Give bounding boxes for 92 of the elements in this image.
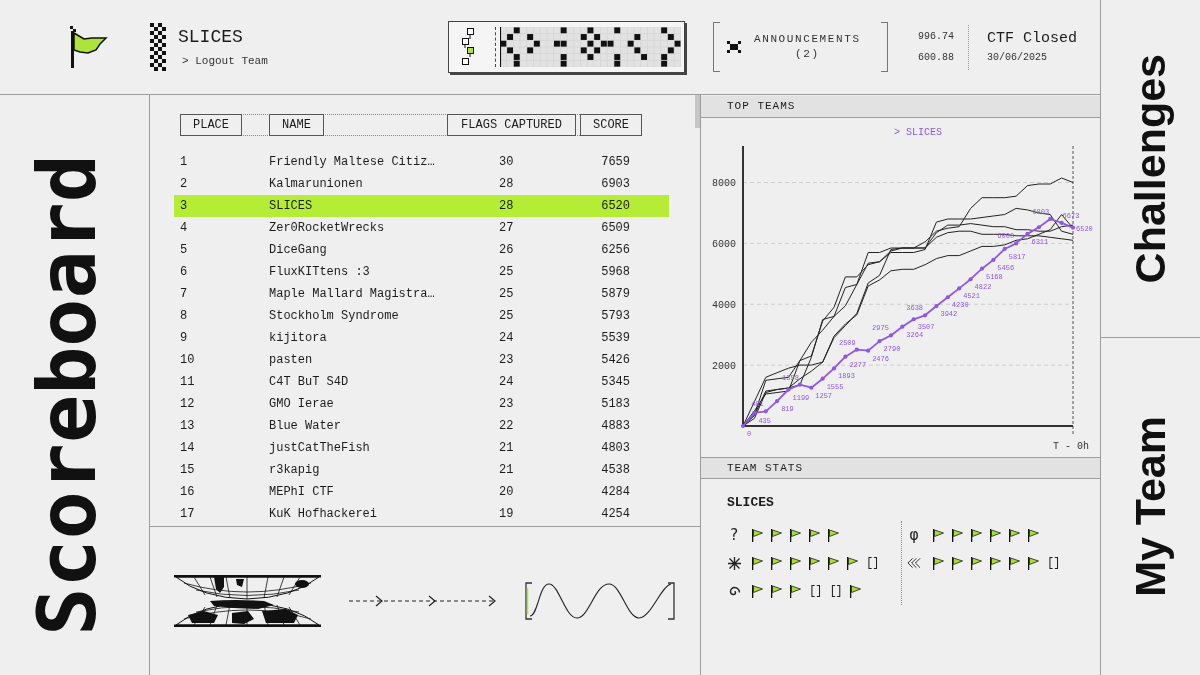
table-cell-text: 19 xyxy=(499,506,514,523)
table-cell-text: Blue Water xyxy=(269,418,341,435)
table-cell-text: 25 xyxy=(499,286,514,303)
table-cell-text: 13 xyxy=(180,418,195,435)
panel-header: TOP TEAMS xyxy=(701,96,1100,118)
table-cell-text: 6520 xyxy=(601,198,630,215)
panel-header: TEAM STATS xyxy=(701,457,1100,479)
table-cell-text: Zer0RocketWrecks xyxy=(269,220,385,237)
table-cell-text: 5879 xyxy=(601,286,630,303)
table-cell-text: 9 xyxy=(180,330,188,347)
table-cell-text: 5345 xyxy=(601,374,630,391)
table-cell-text: kijitora xyxy=(269,330,327,347)
unsolved-marker: [] xyxy=(809,585,822,597)
table-cell-text: 14 xyxy=(180,440,195,457)
table-cell-text: 25 xyxy=(499,308,514,325)
table-cell-text: 21 xyxy=(499,462,514,479)
table-cell-text: 22 xyxy=(499,418,514,435)
table-cell-text: 5539 xyxy=(601,330,630,347)
table-cell-text: 2 xyxy=(180,176,188,193)
table-cell-text: 4538 xyxy=(601,462,630,479)
table-cell-text: 4 xyxy=(180,220,188,237)
table-cell-text: pasten xyxy=(269,352,313,369)
table-cell-text: GMO Ierae xyxy=(269,396,334,413)
table-cell-text: 11 xyxy=(180,374,195,391)
table-cell-text: 23 xyxy=(499,352,514,369)
column-header: SCORE xyxy=(580,114,642,136)
table-cell-text: 12 xyxy=(180,396,195,413)
table-cell-text: 16 xyxy=(180,484,195,501)
table-cell-text: 6903 xyxy=(601,176,630,193)
y-tick-label: 2000 xyxy=(712,360,736,372)
column-header: FLAGS CAPTURED xyxy=(447,114,576,136)
unsolved-marker: [] xyxy=(866,557,879,569)
table-cell-text: 10 xyxy=(180,352,195,369)
column-header: NAME xyxy=(269,114,324,136)
table-cell-text: DiceGang xyxy=(269,242,327,259)
table-cell-text: 6256 xyxy=(601,242,630,259)
ctf-date: 30/06/2025 xyxy=(987,53,1048,63)
table-cell-text: Friendly Maltese Citiz… xyxy=(269,154,435,171)
annotation-label: T - 0h xyxy=(1053,441,1089,452)
table-cell-text: 5968 xyxy=(601,264,630,281)
table-cell-text: 23 xyxy=(499,396,514,413)
y-tick-label: 4000 xyxy=(712,299,736,311)
unsolved-marker: [] xyxy=(829,585,842,597)
y-tick-label: 6000 xyxy=(712,238,736,250)
table-cell-text: 21 xyxy=(499,440,514,457)
table-cell-text: 24 xyxy=(499,374,514,391)
chart-title: > SLICES xyxy=(894,127,942,138)
table-cell-text: justCatTheFish xyxy=(269,440,370,457)
table-cell-text: 30 xyxy=(499,154,514,171)
table-cell-text: 6 xyxy=(180,264,188,281)
table-cell-text: 4254 xyxy=(601,506,630,523)
table-cell-text: 25 xyxy=(499,264,514,281)
table-cell-text: 7 xyxy=(180,286,188,303)
unsolved-marker: [] xyxy=(1047,557,1060,569)
table-cell-text: 4803 xyxy=(601,440,630,457)
table-cell-text: KuK Hofhackerei xyxy=(269,506,378,523)
table-cell-text: 26 xyxy=(499,242,514,259)
team-name: SLICES xyxy=(178,27,243,46)
table-cell-text: 28 xyxy=(499,198,514,215)
category-symbol: ? xyxy=(729,527,739,543)
table-cell-text: FluxKITtens :3 xyxy=(269,264,370,281)
table-cell-text: Kalmarunionen xyxy=(269,176,363,193)
table-cell-text: 5793 xyxy=(601,308,630,325)
table-cell-text: C4T BuT S4D xyxy=(269,374,349,391)
table-cell-text: 5183 xyxy=(601,396,630,413)
table-cell-text: 17 xyxy=(180,506,195,523)
table-cell-text: 28 xyxy=(499,176,514,193)
y-tick-label: 8000 xyxy=(712,178,736,189)
reading-value: 996.74 xyxy=(918,31,954,42)
table-cell-text: 15 xyxy=(180,462,195,479)
table-cell-text: 27 xyxy=(499,220,514,237)
table-cell-text: Maple Mallard Magistra… xyxy=(269,286,435,303)
table-cell-text: 20 xyxy=(499,484,514,501)
table-cell-text: 6509 xyxy=(601,220,630,237)
table-cell-text: 4284 xyxy=(601,484,630,501)
table-cell-text: 5426 xyxy=(601,352,630,369)
table-cell-text: 24 xyxy=(499,330,514,347)
table-cell-text: Stockholm Syndrome xyxy=(269,308,399,325)
ctf-status: CTF Closed xyxy=(987,31,1077,46)
table-cell-text: 3 xyxy=(180,198,188,215)
table-cell-text: r3kapig xyxy=(269,462,320,479)
table-cell-text: 4883 xyxy=(601,418,630,435)
column-header: PLACE xyxy=(180,114,242,136)
table-cell-text: 1 xyxy=(180,154,188,171)
table-cell-text: 5 xyxy=(180,242,188,259)
table-cell-text: SLICES xyxy=(269,198,313,215)
category-symbol: φ xyxy=(909,527,919,543)
team-name: SLICES xyxy=(727,496,774,510)
table-cell-text: MEPhI CTF xyxy=(269,484,334,501)
reading-value: 600.88 xyxy=(918,52,954,63)
table-cell-text: 8 xyxy=(180,308,188,325)
table-cell-text: 7659 xyxy=(601,154,630,171)
